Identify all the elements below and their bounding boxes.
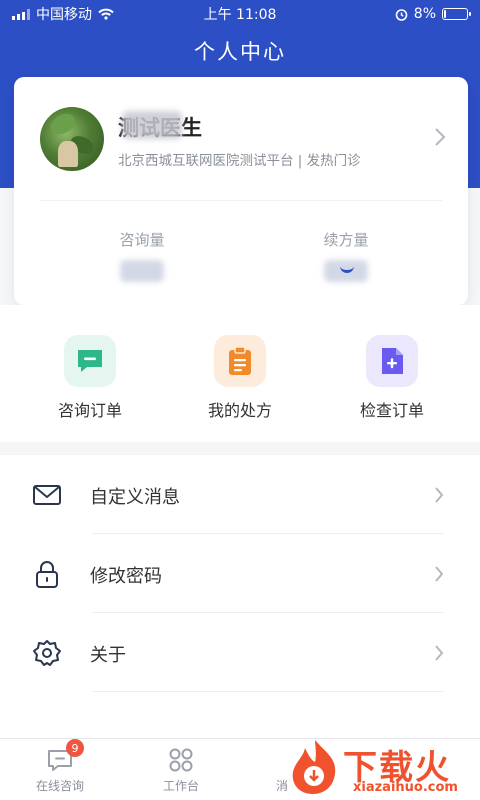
carrier-label: 中国移动	[36, 7, 92, 23]
lock-icon	[36, 561, 58, 588]
name-redaction	[122, 111, 182, 139]
wifi-icon	[98, 8, 114, 20]
stat-label: 续方量	[323, 231, 369, 249]
consultation-orders-button[interactable]: 咨询订单	[30, 335, 150, 421]
quick-action-label: 我的处方	[207, 401, 272, 420]
settings-menu: 自定义消息 修改密码 关于	[0, 455, 480, 738]
tab-label: 在线咨询	[35, 779, 84, 793]
menu-item-change-password[interactable]: 修改密码	[0, 534, 480, 613]
tab-label: 工作台	[162, 779, 199, 793]
menu-item-about[interactable]: 关于	[0, 613, 480, 692]
chevron-right-icon[interactable]	[434, 127, 446, 147]
clipboard-icon	[214, 335, 266, 387]
battery-percent: 8%	[413, 6, 436, 22]
chevron-right-icon	[435, 645, 444, 661]
divider	[92, 691, 444, 692]
stat-label: 咨询量	[119, 231, 165, 249]
envelope-icon	[33, 485, 61, 505]
quick-actions: 咨询订单 我的处方 检查订单	[0, 305, 480, 442]
menu-label: 修改密码	[90, 566, 162, 587]
exam-orders-button[interactable]: 检查订单	[332, 335, 452, 421]
tab-workbench[interactable]: 工作台	[141, 747, 221, 794]
tab-online-consultation[interactable]: 9 在线咨询	[20, 739, 100, 794]
page-title: 个人中心	[194, 40, 286, 64]
watermark-logo: 下载火 xiazaihuo.com	[285, 734, 480, 800]
gear-icon	[33, 640, 61, 666]
stat-consultation-count[interactable]: 咨询量	[72, 229, 212, 282]
my-prescriptions-button[interactable]: 我的处方	[180, 335, 300, 421]
flame-logo-icon	[292, 740, 336, 794]
signal-icon	[12, 8, 30, 20]
divider	[40, 200, 442, 201]
quick-action-label: 咨询订单	[57, 401, 122, 420]
avatar	[40, 107, 104, 171]
alarm-icon	[395, 8, 408, 21]
quick-action-label: 检查订单	[359, 401, 424, 420]
grid-icon	[167, 747, 195, 773]
chat-minus-icon	[64, 335, 116, 387]
hospital-department: 北京西城互联网医院测试平台 | 发热门诊	[118, 153, 361, 169]
status-bar: 中国移动 上午 11:08 8%	[0, 0, 480, 28]
chevron-right-icon	[435, 487, 444, 503]
stat-renewal-count[interactable]: 续方量	[276, 229, 416, 282]
document-plus-icon	[366, 335, 418, 387]
unread-badge: 9	[66, 739, 84, 757]
watermark-url: xiazaihuo.com	[353, 780, 458, 795]
battery-icon	[442, 8, 471, 20]
chevron-right-icon	[435, 566, 444, 582]
message-icon: 9	[46, 739, 84, 773]
stat-value-redacted	[120, 260, 164, 282]
menu-item-custom-message[interactable]: 自定义消息	[0, 455, 480, 534]
profile-card[interactable]: 测试医生 北京西城互联网医院测试平台 | 发热门诊 咨询量 续方量	[14, 77, 468, 305]
menu-label: 关于	[90, 645, 126, 666]
menu-label: 自定义消息	[90, 487, 180, 508]
